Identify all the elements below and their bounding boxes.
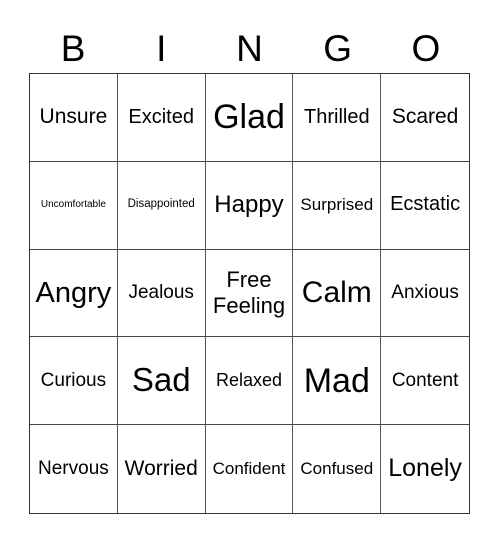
bingo-cell: Excited [117, 74, 206, 162]
bingo-cell: Curious [30, 337, 118, 426]
bingo-cell: Jealous [117, 249, 206, 338]
bingo-cell: Happy [205, 161, 294, 250]
bingo-cell: Unsure [30, 74, 118, 162]
bingo-cell: Angry [30, 249, 118, 338]
header-letter-b: B [60, 28, 86, 69]
bingo-cell: Sad [117, 337, 206, 426]
bingo-card-grid: Unsure Excited Glad Thrilled Scared Unco… [29, 73, 470, 514]
bingo-cell: Ecstatic [381, 162, 469, 250]
header-letter-n: N [236, 28, 263, 69]
bingo-cell: Relaxed [205, 337, 294, 426]
bingo-cell: Nervous [30, 425, 118, 513]
bingo-cell: Worried [118, 425, 206, 513]
header-letter-i: I [156, 28, 167, 69]
bingo-cell: Lonely [388, 454, 462, 483]
header-letter-g: G [323, 28, 353, 69]
bingo-cell: Content [381, 337, 469, 426]
bingo-cell: Glad [205, 74, 294, 162]
bingo-cell: Confident [206, 425, 294, 513]
header-letter-o: O [411, 28, 441, 69]
bingo-header: B I N G O [29, 26, 470, 72]
bingo-cell: Anxious [381, 250, 469, 338]
bingo-cell: Mad [293, 337, 382, 426]
bingo-cell: Surprised [293, 161, 382, 250]
bingo-cell: Disappointed [117, 161, 206, 250]
bingo-cell: Uncomfortable [30, 161, 118, 250]
bingo-cell: Scared [381, 74, 469, 162]
bingo-cell: Thrilled [293, 74, 382, 162]
bingo-cell: Calm [293, 249, 382, 338]
bingo-cell: Free Feeling [205, 249, 294, 338]
bingo-cell: Confused [293, 425, 382, 513]
